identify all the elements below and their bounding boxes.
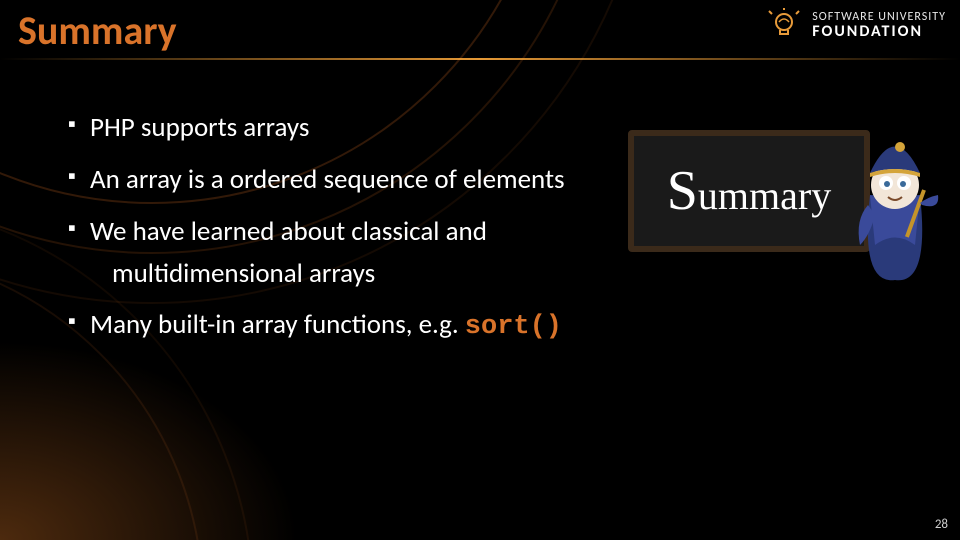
- code-token: sort(): [465, 312, 562, 342]
- bullet-text: We have learned about classical and: [90, 215, 487, 248]
- title-rule: [0, 58, 960, 60]
- brand-text: SOFTWARE UNIVERSITY FOUNDATION: [812, 11, 946, 40]
- page-number: 28: [935, 517, 948, 532]
- chalkboard-image: Summary: [628, 130, 870, 252]
- bullet-text: PHP supports arrays: [90, 111, 309, 144]
- brand-line-2: FOUNDATION: [812, 24, 946, 41]
- bullet-item: PHP supports arrays: [68, 107, 640, 149]
- chalkboard-text: Summary: [667, 159, 831, 223]
- bullet-item: Many built-in array functions, e.g. sort…: [68, 304, 640, 349]
- bullet-continuation: multidimensional arrays: [90, 253, 640, 295]
- bullet-list: PHP supports arrays An array is a ordere…: [28, 107, 640, 359]
- slide: Summary SOFTWARE UNIVERSITY FOUNDATION P…: [0, 0, 960, 540]
- bullet-item: An array is a ordered sequence of elemen…: [68, 159, 640, 201]
- page-title: Summary: [18, 6, 177, 55]
- bullet-text: Many built-in array functions, e.g.: [90, 308, 465, 341]
- decorative-glow: [0, 340, 300, 540]
- lightbulb-icon: [766, 8, 802, 44]
- bullet-text: An array is a ordered sequence of elemen…: [90, 163, 565, 196]
- bullet-item: We have learned about classical and mult…: [68, 211, 640, 295]
- brand-logo: SOFTWARE UNIVERSITY FOUNDATION: [766, 8, 946, 44]
